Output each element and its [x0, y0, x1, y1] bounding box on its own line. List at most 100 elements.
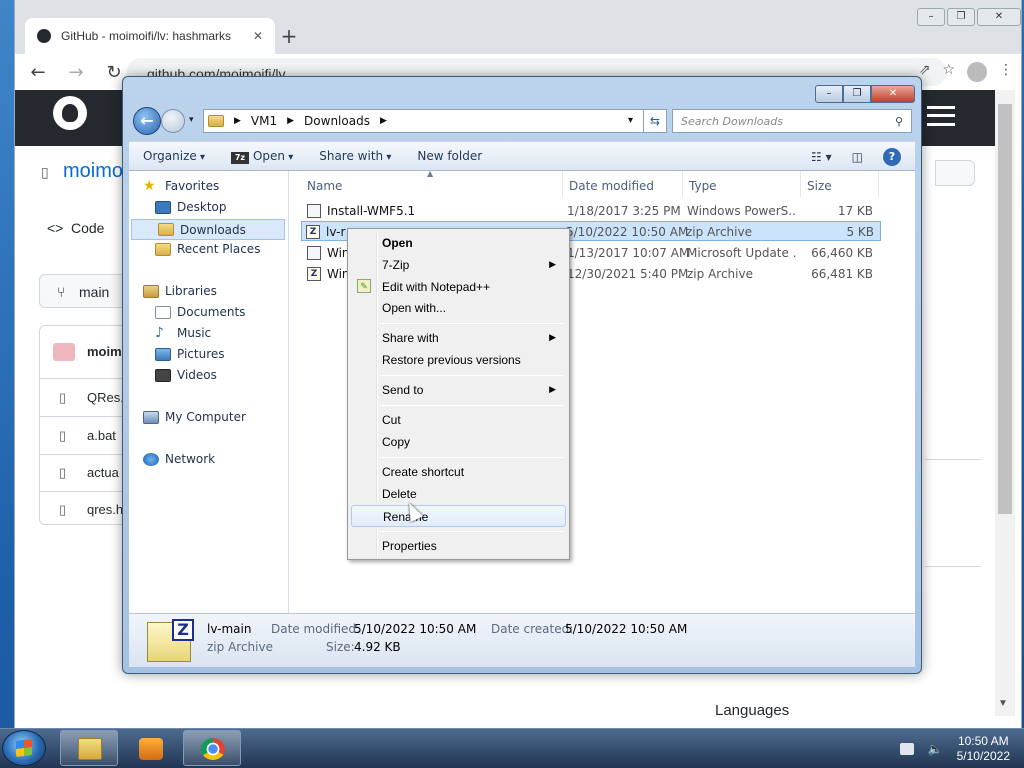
- nav-item-recent-places[interactable]: Recent Places: [155, 242, 260, 256]
- hamburger-menu-icon[interactable]: [927, 106, 955, 126]
- menu-item-label: Cut: [382, 413, 401, 427]
- tab-code[interactable]: Code: [71, 220, 104, 236]
- videos-icon: [155, 368, 171, 382]
- explorer-maximize-button[interactable]: ❐: [843, 85, 871, 103]
- clock-date: 5/10/2022: [956, 749, 1010, 763]
- menu-item-label: Properties: [382, 539, 437, 553]
- menu-item-properties[interactable]: Properties: [351, 535, 566, 557]
- help-icon[interactable]: ?: [883, 148, 901, 166]
- nav-buttons: ← ▾: [131, 107, 195, 137]
- network-icon: [143, 452, 159, 466]
- menu-item-cut[interactable]: Cut: [351, 409, 566, 431]
- breadcrumb-separator-icon[interactable]: ▶: [234, 116, 241, 126]
- search-box[interactable]: Search Downloads ⚲: [672, 109, 912, 133]
- documents-icon: [155, 305, 171, 319]
- file-link[interactable]: a.bat: [87, 428, 116, 443]
- menu-item-copy[interactable]: Copy: [351, 431, 566, 453]
- change-view-icon[interactable]: ☷ ▾: [811, 150, 832, 164]
- address-dropdown-icon[interactable]: ▾: [628, 115, 633, 126]
- menu-item-open-with[interactable]: Open with...: [351, 297, 566, 319]
- divider: [925, 566, 981, 567]
- menu-item-send-to[interactable]: Send to ▶: [351, 379, 566, 401]
- new-folder-button[interactable]: New folder: [417, 149, 482, 163]
- breadcrumb-downloads[interactable]: Downloads: [304, 114, 370, 128]
- file-link[interactable]: actua: [87, 465, 119, 480]
- chrome-right-controls: ⇗ ☆ ⋮: [919, 62, 1013, 82]
- repo-owner-link[interactable]: moimo: [63, 160, 123, 183]
- menu-item-restore-previous[interactable]: Restore previous versions: [351, 349, 566, 371]
- forward-button-icon[interactable]: [161, 109, 185, 133]
- details-date-created-label: Date created:: [491, 622, 574, 636]
- nav-item-documents[interactable]: Documents: [155, 305, 245, 319]
- chrome-tab[interactable]: GitHub - moimoifi/lv: hashmarks ✕: [25, 18, 275, 54]
- tab-close-icon[interactable]: ✕: [253, 29, 263, 43]
- recent-pages-dropdown-icon[interactable]: ▾: [189, 115, 194, 125]
- repo-dropdown[interactable]: [935, 160, 975, 186]
- column-header-size[interactable]: Size: [801, 171, 879, 197]
- menu-item-share-with[interactable]: Share with ▶: [351, 327, 566, 349]
- nav-item-videos[interactable]: Videos: [155, 368, 217, 382]
- chrome-tab-title: GitHub - moimoifi/lv: hashmarks: [61, 29, 232, 43]
- forward-arrow-icon[interactable]: →: [65, 62, 87, 83]
- taskbar-chrome-button[interactable]: [183, 730, 241, 766]
- column-header-type[interactable]: Type: [683, 171, 801, 197]
- start-button-windows-icon[interactable]: [2, 730, 46, 766]
- maximize-button[interactable]: ❐: [947, 8, 975, 26]
- open-button[interactable]: 7z Open: [230, 149, 293, 164]
- close-button[interactable]: ✕: [977, 8, 1021, 26]
- volume-icon[interactable]: 🔈: [928, 742, 943, 756]
- profile-avatar-icon[interactable]: [967, 62, 987, 82]
- open-label: Open: [253, 149, 293, 163]
- zip-file-icon: Z: [306, 225, 320, 239]
- breadcrumb-separator-icon[interactable]: ▶: [380, 116, 387, 126]
- file-row[interactable]: Install-WMF5.1 1/18/2017 3:25 PM Windows…: [303, 201, 879, 221]
- menu-item-7zip[interactable]: 7-Zip ▶: [351, 254, 566, 276]
- nav-item-favorites[interactable]: ★ Favorites: [143, 179, 219, 194]
- back-button-icon[interactable]: ←: [133, 107, 161, 135]
- file-link[interactable]: qres.h: [87, 502, 123, 517]
- scroll-down-arrow-icon[interactable]: ▼: [998, 698, 1008, 709]
- taskbar-media-player-button[interactable]: [121, 730, 179, 766]
- nav-item-label: Music: [177, 326, 212, 340]
- minimize-button[interactable]: –: [917, 8, 945, 26]
- nav-item-network[interactable]: Network: [143, 452, 215, 466]
- explorer-address-bar[interactable]: ▶ VM1 ▶ Downloads ▶ ▾: [203, 109, 665, 133]
- commit-user[interactable]: moim: [87, 344, 122, 359]
- update-file-icon: [307, 246, 321, 260]
- column-header-date[interactable]: Date modified: [563, 171, 683, 197]
- back-arrow-icon[interactable]: ←: [27, 62, 49, 83]
- menu-item-open[interactable]: Open: [351, 232, 566, 254]
- organize-button[interactable]: Organize: [143, 149, 205, 163]
- network-tray-icon[interactable]: [899, 743, 914, 755]
- github-logo-icon[interactable]: [53, 96, 87, 130]
- file-date: 1/13/2017 10:07 AM: [567, 246, 690, 260]
- menu-item-delete[interactable]: Delete: [351, 483, 566, 505]
- nav-item-desktop[interactable]: Desktop: [155, 200, 227, 214]
- file-link[interactable]: QRes.: [87, 390, 124, 405]
- explorer-close-button[interactable]: ✕: [871, 85, 915, 103]
- clock[interactable]: 10:50 AM 5/10/2022: [957, 734, 1010, 764]
- menu-item-label: Edit with Notepad++: [382, 280, 491, 294]
- scrollbar-thumb[interactable]: [998, 104, 1012, 514]
- new-tab-button[interactable]: +: [275, 22, 303, 50]
- nav-item-music[interactable]: ♪ Music: [155, 326, 212, 341]
- breadcrumb-separator-icon[interactable]: ▶: [287, 116, 294, 126]
- nav-item-label: Network: [165, 452, 216, 466]
- divider: [925, 459, 981, 460]
- nav-item-libraries[interactable]: Libraries: [143, 284, 217, 298]
- breadcrumb-vm1[interactable]: VM1: [251, 114, 277, 128]
- menu-item-edit-notepadpp[interactable]: ✎ Edit with Notepad++: [351, 276, 566, 298]
- nav-item-my-computer[interactable]: My Computer: [143, 410, 246, 424]
- computer-icon: [143, 410, 159, 424]
- star-icon[interactable]: ☆: [942, 62, 955, 82]
- refresh-button-icon[interactable]: ⇆: [643, 109, 667, 133]
- preview-pane-icon[interactable]: ◫: [852, 150, 863, 164]
- nav-item-pictures[interactable]: Pictures: [155, 347, 225, 361]
- kebab-menu-icon[interactable]: ⋮: [999, 62, 1013, 82]
- menu-item-create-shortcut[interactable]: Create shortcut: [351, 461, 566, 483]
- share-with-button[interactable]: Share with: [319, 149, 391, 163]
- taskbar-explorer-button[interactable]: [60, 730, 118, 766]
- menu-item-rename[interactable]: Rename: [351, 505, 566, 527]
- nav-item-downloads[interactable]: Downloads: [131, 219, 285, 240]
- explorer-minimize-button[interactable]: –: [815, 85, 843, 103]
